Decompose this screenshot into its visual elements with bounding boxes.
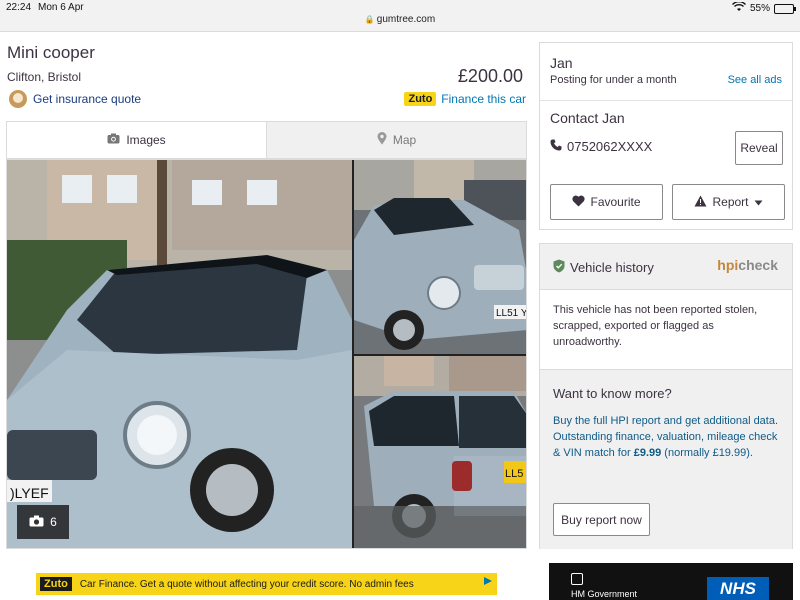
finance-link[interactable]: Zuto Finance this car — [404, 92, 526, 106]
favourite-button[interactable]: Favourite — [550, 184, 663, 220]
nhs-ad-banner[interactable]: HM Government NHS — [549, 563, 793, 600]
report-label: Report — [712, 195, 749, 209]
camera-icon — [107, 133, 120, 147]
tab-images[interactable]: Images — [7, 122, 266, 158]
car-photo-thumbnail-2[interactable]: LL5 — [354, 356, 526, 548]
zuto-ad-text: Car Finance. Get a quote without affecti… — [79, 578, 414, 590]
adchoices-icon[interactable] — [483, 576, 493, 586]
finance-label: Finance this car — [441, 92, 526, 106]
hm-gov-label: HM Government — [571, 589, 638, 599]
tab-map-label: Map — [392, 133, 417, 147]
photo-count: 6 — [50, 515, 57, 529]
battery-icon — [774, 3, 796, 14]
vehicle-status-text: This vehicle has not been reported stole… — [553, 304, 758, 348]
svg-text:LL5: LL5 — [505, 468, 523, 480]
zuto-ad-banner[interactable]: Zuto Car Finance. Get a quote without af… — [36, 573, 497, 595]
nhs-logo: NHS — [707, 577, 769, 600]
hpi-report-description: Buy the full HPI report and get addition… — [553, 413, 779, 461]
media-tabs: Images Map — [6, 121, 527, 159]
vehicle-history-title: Vehicle history — [553, 259, 654, 276]
phone-icon — [550, 139, 562, 154]
photo-count-badge[interactable]: 6 — [17, 505, 69, 539]
map-pin-icon — [377, 132, 387, 148]
caret-down-icon — [754, 195, 763, 209]
report-button[interactable]: Report — [672, 184, 785, 220]
check-logo-part: check — [738, 257, 778, 273]
listing-location: Clifton, Bristol — [7, 70, 82, 84]
photo-count-camera-icon — [29, 515, 44, 530]
buy-text-1: Buy the full HPI report and get addition… — [553, 415, 779, 427]
phone-number: 0752062XXXX — [550, 139, 652, 154]
seller-name: Jan — [550, 55, 573, 71]
posting-duration: Posting for under a month — [550, 74, 677, 86]
buy-price: £9.99 — [633, 447, 662, 459]
want-more-heading: Want to know more? — [553, 386, 672, 401]
favourite-label: Favourite — [590, 195, 641, 209]
vehicle-history-header: Vehicle history hpicheck — [540, 244, 792, 290]
insurance-dog-icon — [9, 90, 27, 108]
insurance-quote-label: Get insurance quote — [33, 92, 142, 106]
car-photo-thumbnail-1[interactable]: LL51 YEF — [354, 160, 527, 354]
tab-map[interactable]: Map — [266, 122, 526, 158]
zuto-logo: Zuto — [404, 92, 437, 106]
status-time: 22:24 — [6, 2, 32, 13]
zuto-ad-logo: Zuto — [40, 577, 72, 591]
listing-price: £200.00 — [457, 66, 523, 86]
shield-check-icon — [553, 259, 565, 276]
see-all-ads-link[interactable]: See all ads — [728, 74, 782, 86]
hpi-upsell: Want to know more? Buy the full HPI repo… — [540, 369, 792, 549]
reveal-phone-button[interactable]: Reveal — [735, 131, 783, 165]
hpi-check-logo: hpicheck — [717, 257, 778, 273]
url-text: gumtree.com — [376, 14, 436, 25]
buy-report-button[interactable]: Buy report now — [553, 503, 650, 536]
warning-icon — [694, 195, 707, 210]
tab-images-label: Images — [126, 133, 166, 147]
hpi-logo-part: hpi — [717, 257, 739, 273]
main-car-photo[interactable]: )LYEF 6 — [7, 160, 352, 548]
lock-icon: 🔒 — [364, 15, 375, 24]
contact-heading: Contact Jan — [550, 110, 625, 126]
address-bar[interactable]: 🔒 gumtree.com — [0, 14, 800, 25]
svg-text:)LYEF: )LYEF — [10, 485, 49, 501]
vehicle-history-label: Vehicle history — [570, 260, 654, 275]
hm-gov-crest-icon — [571, 573, 583, 585]
insurance-quote-link[interactable]: Get insurance quote — [9, 90, 141, 108]
status-date: Mon 6 Apr — [38, 2, 84, 13]
heart-icon — [572, 195, 586, 210]
svg-text:LL51 YEF: LL51 YEF — [496, 308, 527, 319]
phone-number-text: 0752062XXXX — [567, 139, 653, 154]
buy-text-3: (normally £19.99). — [661, 447, 753, 459]
seller-panel: Jan Posting for under a month See all ad… — [539, 42, 793, 230]
listing-title: Mini cooper — [7, 43, 95, 62]
battery-percentage: 55% — [749, 3, 770, 14]
image-gallery: )LYEF 6 LL51 YEF — [6, 159, 527, 549]
vehicle-history-panel: Vehicle history hpicheck This vehicle ha… — [539, 243, 793, 549]
divider — [540, 100, 792, 101]
wifi-icon — [731, 1, 746, 15]
status-indicators: 55% — [731, 1, 796, 15]
status-bar: 22:24 Mon 6 Apr 🔒 gumtree.com 55% — [0, 0, 800, 32]
